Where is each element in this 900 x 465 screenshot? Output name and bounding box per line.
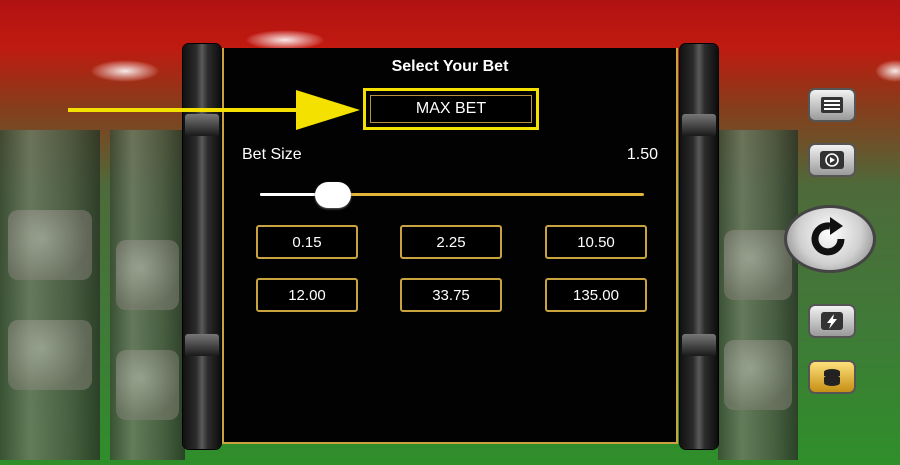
- panel-title: Select Your Bet: [391, 58, 509, 75]
- reel-symbol: [116, 240, 179, 310]
- max-bet-button[interactable]: MAX BET: [363, 88, 539, 130]
- ceiling-light: [245, 30, 325, 50]
- bet-button[interactable]: [808, 360, 856, 394]
- menu-button[interactable]: [808, 88, 856, 122]
- background-reel-left-2: [110, 130, 185, 460]
- bet-size-label: Bet Size: [242, 146, 302, 163]
- spin-icon: [811, 217, 845, 256]
- bet-option-button[interactable]: 10.50: [545, 225, 647, 259]
- autoplay-button[interactable]: [808, 143, 856, 177]
- bet-option-button[interactable]: 12.00: [256, 278, 358, 312]
- frame-pillar-right: [680, 44, 718, 449]
- slider-handle[interactable]: [314, 182, 351, 208]
- ceiling-light: [875, 60, 900, 82]
- reel-symbol: [8, 210, 92, 280]
- bet-size-value: 1.50: [626, 146, 658, 163]
- spin-button[interactable]: [784, 205, 876, 273]
- menu-icon: [821, 97, 843, 113]
- background-reel-right: [718, 130, 798, 460]
- turbo-button[interactable]: [808, 304, 856, 338]
- ceiling-light: [90, 60, 160, 82]
- coin-stack-icon: [824, 369, 840, 386]
- background-reel-left: [0, 130, 100, 460]
- reel-symbol: [116, 350, 179, 420]
- reel-symbol: [724, 230, 792, 300]
- bet-option-button[interactable]: 2.25: [400, 225, 502, 259]
- bet-option-button[interactable]: 33.75: [400, 278, 502, 312]
- autoplay-icon: [820, 151, 844, 169]
- reel-symbol: [724, 340, 792, 410]
- bet-option-button[interactable]: 0.15: [256, 225, 358, 259]
- pointer-arrow-icon: [68, 90, 360, 130]
- reel-symbol: [8, 320, 92, 390]
- max-bet-label: MAX BET: [415, 100, 487, 117]
- lightning-icon: [821, 312, 843, 330]
- bet-option-button[interactable]: 135.00: [545, 278, 647, 312]
